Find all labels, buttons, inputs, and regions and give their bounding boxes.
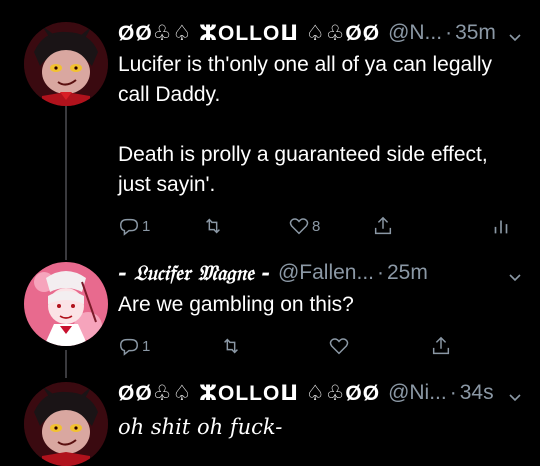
separator: · bbox=[449, 381, 457, 404]
avatar-image bbox=[24, 262, 108, 346]
timeline: ØØ♧♤ ⵣOLLOⵡ ♤♧ØØ @N... · 35m Lucifer is … bbox=[0, 0, 540, 466]
chevron-down-icon[interactable] bbox=[508, 26, 522, 42]
retweet-icon bbox=[206, 218, 220, 234]
handle[interactable]: @Fallen... bbox=[278, 261, 374, 285]
tweet-header: ØØ♧♤ ⵣOLLOⵡ ♤♧ØØ @N... · 35m bbox=[118, 18, 526, 48]
share-button[interactable] bbox=[430, 335, 452, 357]
tweet-text: Lucifer is th'only one all of ya can leg… bbox=[118, 53, 493, 196]
display-name[interactable]: - 𝔏𝔲𝔠𝔦𝔣𝔢𝔯 𝔐𝔞𝔤𝔫𝔢 - bbox=[118, 260, 270, 286]
tweet-actions: 1 8 bbox=[118, 212, 540, 240]
like-count: 8 bbox=[312, 217, 321, 235]
share-icon bbox=[432, 336, 450, 355]
tweet[interactable]: ØØ♧♤ ⵣOLLOⵡ ♤♧ØØ @Ni... · 34s oh shit oh… bbox=[0, 378, 540, 466]
reply-icon bbox=[120, 218, 138, 236]
heart-icon bbox=[289, 218, 309, 235]
timestamp[interactable]: 35m bbox=[455, 21, 496, 45]
reply-count: 1 bbox=[142, 337, 151, 355]
handle[interactable]: @N... bbox=[388, 21, 442, 45]
retweet-button[interactable] bbox=[220, 335, 244, 357]
display-name[interactable]: ØØ♧♤ ⵣOLLOⵡ ♤♧ØØ bbox=[118, 381, 380, 406]
share-button[interactable] bbox=[372, 215, 394, 237]
tweet-header: - 𝔏𝔲𝔠𝔦𝔣𝔢𝔯 𝔐𝔞𝔤𝔫𝔢 - @Fallen... · 25m bbox=[118, 258, 526, 288]
avatar[interactable] bbox=[24, 382, 108, 466]
reply-button[interactable]: 1 bbox=[118, 335, 150, 357]
retweet-button[interactable] bbox=[202, 215, 226, 237]
avatar[interactable] bbox=[24, 22, 108, 106]
avatar[interactable] bbox=[24, 262, 108, 346]
separator: · bbox=[445, 21, 453, 44]
timestamp[interactable]: 25m bbox=[387, 261, 428, 285]
heart-icon bbox=[329, 338, 349, 355]
tweet-text: oh shit oh fuck- bbox=[118, 415, 283, 439]
tweet[interactable]: - 𝔏𝔲𝔠𝔦𝔣𝔢𝔯 𝔐𝔞𝔤𝔫𝔢 - @Fallen... · 25m Are w… bbox=[0, 258, 540, 364]
reply-icon bbox=[120, 338, 138, 356]
analytics-button[interactable] bbox=[490, 215, 512, 237]
reply-count: 1 bbox=[142, 217, 151, 235]
tweet-actions: 1 bbox=[118, 332, 540, 360]
like-button[interactable] bbox=[328, 335, 352, 357]
timestamp[interactable]: 34s bbox=[460, 381, 494, 405]
share-icon bbox=[374, 216, 392, 235]
handle[interactable]: @Ni... bbox=[388, 381, 447, 405]
display-name[interactable]: ØØ♧♤ ⵣOLLOⵡ ♤♧ØØ bbox=[118, 21, 380, 46]
tweet-text: Are we gambling on this? bbox=[118, 293, 354, 316]
retweet-icon bbox=[224, 338, 238, 354]
like-button[interactable]: 8 bbox=[288, 215, 320, 237]
avatar-image bbox=[24, 22, 108, 106]
analytics-icon bbox=[494, 220, 508, 234]
reply-button[interactable]: 1 bbox=[118, 215, 150, 237]
chevron-down-icon[interactable] bbox=[508, 266, 522, 282]
tweet-header: ØØ♧♤ ⵣOLLOⵡ ♤♧ØØ @Ni... · 34s bbox=[118, 378, 526, 408]
avatar-image bbox=[24, 382, 108, 466]
separator: · bbox=[377, 261, 384, 284]
chevron-down-icon[interactable] bbox=[508, 386, 522, 402]
tweet[interactable]: ØØ♧♤ ⵣOLLOⵡ ♤♧ØØ @N... · 35m Lucifer is … bbox=[0, 18, 540, 250]
